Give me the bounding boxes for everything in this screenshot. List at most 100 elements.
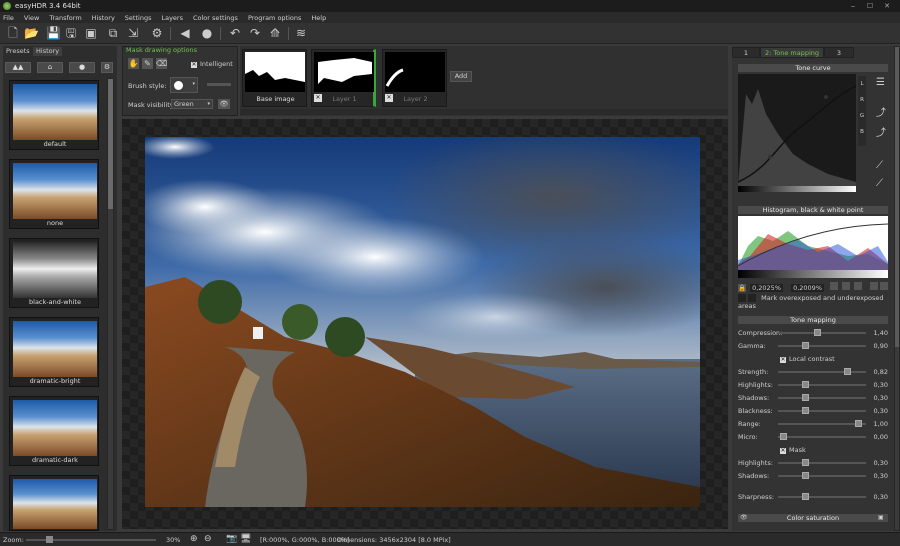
tab-history[interactable]: History (33, 47, 63, 56)
brush-paint-icon[interactable]: ✎ (142, 58, 153, 69)
preset-black-and-white[interactable]: black-and-white (9, 238, 99, 308)
compression-slider[interactable]: Compression: 1,40 (738, 329, 888, 337)
preset-group-user-icon[interactable]: ● (69, 62, 95, 73)
zoom-out-hist-icon[interactable] (870, 282, 878, 290)
settings-gear-icon[interactable]: ⚙ (150, 26, 164, 40)
maximize-button[interactable]: ☐ (865, 2, 875, 10)
shadows-knob[interactable] (802, 394, 810, 401)
preset-settings-icon[interactable]: ⚙ (101, 62, 113, 73)
transform-icon[interactable]: ⟰ (268, 26, 282, 40)
preset-group-home-icon[interactable]: ⌂ (37, 62, 63, 73)
image-canvas[interactable] (122, 119, 728, 529)
zoom-out-icon[interactable]: ⊖ (204, 534, 212, 544)
layer-1[interactable]: ✕ Layer 1 (311, 49, 376, 107)
open-file-icon[interactable]: 📂 (24, 26, 39, 40)
strength-slider[interactable]: Strength: 0,82 (738, 368, 888, 376)
tone-curve-graph[interactable] (738, 74, 856, 192)
tab-1[interactable]: 1 (732, 47, 760, 58)
curve-channel-selector[interactable]: LRGB (858, 76, 866, 146)
menu-help[interactable]: Help (311, 14, 326, 22)
menu-file[interactable]: File (3, 14, 14, 22)
tab-tone-mapping[interactable]: 2: Tone mapping (760, 47, 824, 58)
layers-scrollbar[interactable] (240, 109, 728, 115)
close-button[interactable]: ✕ (882, 2, 892, 10)
export-icon[interactable]: ⇲ (126, 26, 140, 40)
gamma-slider[interactable]: Gamma: 0,90 (738, 342, 888, 350)
mask-highlights-slider[interactable]: Highlights: 0,30 (738, 459, 888, 467)
open-folder-icon[interactable]: ⧉ (106, 26, 120, 40)
eraser-icon[interactable]: ⌫ (156, 58, 167, 69)
mask-highlights-knob[interactable] (802, 459, 810, 466)
intelligent-checkbox[interactable]: ✕ Intelligent (191, 60, 233, 68)
strength-knob[interactable] (844, 368, 852, 375)
eye-icon[interactable]: 👁 (218, 99, 230, 109)
curve-preset-2-icon[interactable]: ⤴ (876, 124, 886, 139)
mask-checkbox[interactable]: ✕ Mask (738, 446, 888, 454)
mask-shadows-slider[interactable]: Shadows: 0,30 (738, 472, 888, 480)
preset-default[interactable]: default (9, 80, 99, 150)
menu-settings[interactable]: Settings (125, 14, 152, 22)
preset-group-landscape-icon[interactable]: ▲▲ (5, 62, 31, 73)
new-file-icon[interactable]: 🗋 (6, 26, 20, 40)
curve-preset-1-icon[interactable]: ⤴ (876, 104, 886, 119)
preset-none[interactable]: none (9, 159, 99, 229)
blackness-slider[interactable]: Blackness: 0,30 (738, 407, 888, 415)
highlights-knob[interactable] (802, 381, 810, 388)
curve-linear-icon[interactable]: ⟋ (876, 160, 883, 171)
menu-transform[interactable]: Transform (49, 14, 81, 22)
zoom-in-hist-icon[interactable] (880, 282, 888, 290)
black-picker-icon[interactable] (830, 282, 839, 290)
save-as-icon[interactable]: 🖫 (64, 26, 78, 40)
preset-dramatic-dark[interactable]: dramatic-dark (9, 396, 99, 466)
tab-3[interactable]: 3 (824, 47, 854, 58)
micro-slider[interactable]: Micro: 0,00 (738, 433, 888, 441)
zoom-slider[interactable] (26, 536, 156, 543)
menu-view[interactable]: View (24, 14, 39, 22)
undo-icon[interactable]: ↶ (228, 26, 242, 40)
range-knob[interactable] (854, 420, 862, 427)
layers-icon[interactable]: ≋ (294, 26, 308, 40)
sharpness-slider[interactable]: Sharpness: 0,30 (738, 493, 888, 501)
sharpness-knob[interactable] (802, 493, 810, 500)
range-slider[interactable]: Range: 1,00 (738, 420, 888, 428)
white-picker-icon[interactable] (842, 282, 851, 290)
presets-scrollbar[interactable] (107, 78, 114, 530)
lock-icon[interactable]: 🔒 (738, 284, 746, 292)
save-icon[interactable]: 💾 (46, 26, 61, 40)
menu-color-settings[interactable]: Color settings (193, 14, 238, 22)
zoom-in-icon[interactable]: ⊕ (190, 534, 198, 544)
mask-visibility-select[interactable]: Green ▾ (171, 99, 213, 109)
layer-base-image[interactable]: Base image (242, 49, 307, 107)
preset-dramatic-bright[interactable]: dramatic-bright (9, 317, 99, 387)
gamma-knob[interactable] (802, 342, 810, 349)
blackness-knob[interactable] (802, 407, 810, 414)
tab-presets[interactable]: Presets (3, 47, 33, 56)
mask-shadows-knob[interactable] (802, 472, 810, 479)
list-icon[interactable]: ☰ (876, 77, 885, 88)
brush-hand-icon[interactable]: ✋ (128, 58, 139, 69)
camera-icon[interactable]: 📷 (226, 534, 237, 544)
white-point-field[interactable]: 0,2009% (791, 284, 824, 292)
forward-icon[interactable]: ● (200, 26, 214, 40)
mark-overexposed-checkbox[interactable]: Mark overexposed and underexposed areas (738, 294, 894, 310)
menu-history[interactable]: History (92, 14, 115, 22)
saturation-lock-icon[interactable]: ▣ (878, 514, 884, 521)
minimize-button[interactable]: ‒ (848, 2, 858, 10)
micro-knob[interactable] (779, 433, 787, 440)
saturation-eye-icon[interactable]: 👁 (740, 514, 748, 521)
right-panel-scrollbar[interactable] (894, 46, 900, 531)
auto-picker-icon[interactable] (854, 282, 863, 290)
redo-icon[interactable]: ↷ (248, 26, 262, 40)
menu-layers[interactable]: Layers (161, 14, 183, 22)
brush-size-slider[interactable] (207, 83, 231, 86)
compression-track[interactable] (778, 332, 866, 334)
brush-style-select[interactable]: ▾ (170, 77, 198, 93)
add-layer-button[interactable]: Add (450, 71, 472, 82)
preset-next[interactable] (9, 475, 99, 531)
shadows-slider[interactable]: Shadows: 0,30 (738, 394, 888, 402)
menu-program-options[interactable]: Program options (248, 14, 301, 22)
gamma-track[interactable] (778, 345, 866, 347)
color-saturation-title[interactable]: Color saturation (738, 514, 888, 522)
highlights-slider[interactable]: Highlights: 0,30 (738, 381, 888, 389)
histogram-graph[interactable] (738, 216, 888, 278)
